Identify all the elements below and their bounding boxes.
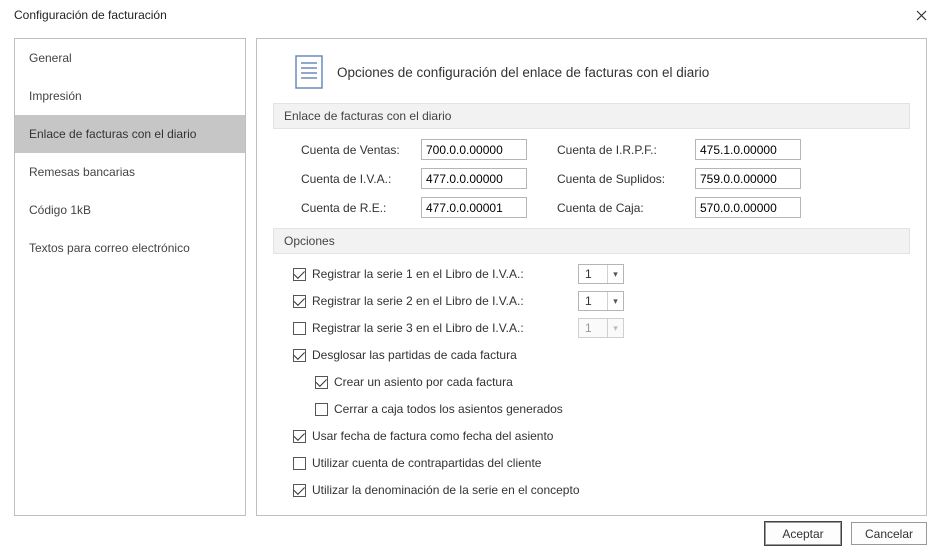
label-cuenta-ventas: Cuenta de Ventas:	[301, 143, 413, 157]
label-desglosar: Desglosar las partidas de cada factura	[312, 348, 517, 362]
input-cuenta-iva[interactable]	[421, 168, 527, 189]
label-cuenta-re: Cuenta de R.E.:	[301, 201, 413, 215]
label-cuenta-iva: Cuenta de I.V.A.:	[301, 172, 413, 186]
checkbox-serie-1[interactable]	[293, 268, 306, 281]
input-cuenta-re[interactable]	[421, 197, 527, 218]
checkbox-denominacion[interactable]	[293, 484, 306, 497]
label-usar-fecha: Usar fecha de factura como fecha del asi…	[312, 429, 553, 443]
section-options-header: Opciones	[273, 228, 910, 254]
label-contrapartidas: Utilizar cuenta de contrapartidas del cl…	[312, 456, 541, 470]
checkbox-serie-2[interactable]	[293, 295, 306, 308]
checkbox-desglosar[interactable]	[293, 349, 306, 362]
chevron-down-icon: ▾	[607, 292, 623, 310]
section-accounts-header: Enlace de facturas con el diario	[273, 103, 910, 129]
sidebar: General Impresión Enlace de facturas con…	[14, 38, 246, 516]
sidebar-item-enlace-facturas[interactable]: Enlace de facturas con el diario	[15, 115, 245, 153]
input-cuenta-suplidos[interactable]	[695, 168, 801, 189]
close-button[interactable]	[911, 5, 931, 25]
label-cuenta-suplidos: Cuenta de Suplidos:	[557, 172, 687, 186]
select-serie-3: 1 ▾	[578, 318, 624, 338]
select-serie-3-value: 1	[585, 321, 592, 335]
ok-button[interactable]: Aceptar	[765, 522, 841, 545]
sidebar-item-textos-correo[interactable]: Textos para correo electrónico	[15, 229, 245, 267]
select-serie-2[interactable]: 1 ▾	[578, 291, 624, 311]
sidebar-item-general[interactable]: General	[15, 39, 245, 77]
chevron-down-icon: ▾	[607, 319, 623, 337]
label-serie-1: Registrar la serie 1 en el Libro de I.V.…	[312, 267, 560, 281]
window-title: Configuración de facturación	[14, 8, 167, 22]
label-serie-2: Registrar la serie 2 en el Libro de I.V.…	[312, 294, 560, 308]
label-serie-3: Registrar la serie 3 en el Libro de I.V.…	[312, 321, 560, 335]
checkbox-serie-3[interactable]	[293, 322, 306, 335]
accounts-grid: Cuenta de Ventas: Cuenta de I.V.A.: Cuen…	[273, 139, 910, 228]
document-icon	[295, 55, 323, 89]
label-cuenta-caja: Cuenta de Caja:	[557, 201, 687, 215]
options-list: Registrar la serie 1 en el Libro de I.V.…	[273, 264, 910, 500]
title-bar: Configuración de facturación	[0, 0, 941, 30]
label-cuenta-irpf: Cuenta de I.R.P.F.:	[557, 143, 687, 157]
checkbox-crear-asiento[interactable]	[315, 376, 328, 389]
select-serie-1-value: 1	[585, 267, 592, 281]
label-denominacion: Utilizar la denominación de la serie en …	[312, 483, 580, 497]
close-icon	[916, 10, 927, 21]
sidebar-item-codigo-1kb[interactable]: Código 1kB	[15, 191, 245, 229]
sidebar-item-impresion[interactable]: Impresión	[15, 77, 245, 115]
input-cuenta-irpf[interactable]	[695, 139, 801, 160]
sidebar-item-remesas[interactable]: Remesas bancarias	[15, 153, 245, 191]
checkbox-usar-fecha[interactable]	[293, 430, 306, 443]
chevron-down-icon: ▾	[607, 265, 623, 283]
content-panel: Opciones de configuración del enlace de …	[256, 38, 927, 516]
page-title: Opciones de configuración del enlace de …	[337, 65, 709, 80]
select-serie-1[interactable]: 1 ▾	[578, 264, 624, 284]
label-cerrar-caja: Cerrar a caja todos los asientos generad…	[334, 402, 563, 416]
label-crear-asiento: Crear un asiento por cada factura	[334, 375, 513, 389]
checkbox-cerrar-caja[interactable]	[315, 403, 328, 416]
checkbox-contrapartidas[interactable]	[293, 457, 306, 470]
cancel-button[interactable]: Cancelar	[851, 522, 927, 545]
input-cuenta-caja[interactable]	[695, 197, 801, 218]
select-serie-2-value: 1	[585, 294, 592, 308]
input-cuenta-ventas[interactable]	[421, 139, 527, 160]
